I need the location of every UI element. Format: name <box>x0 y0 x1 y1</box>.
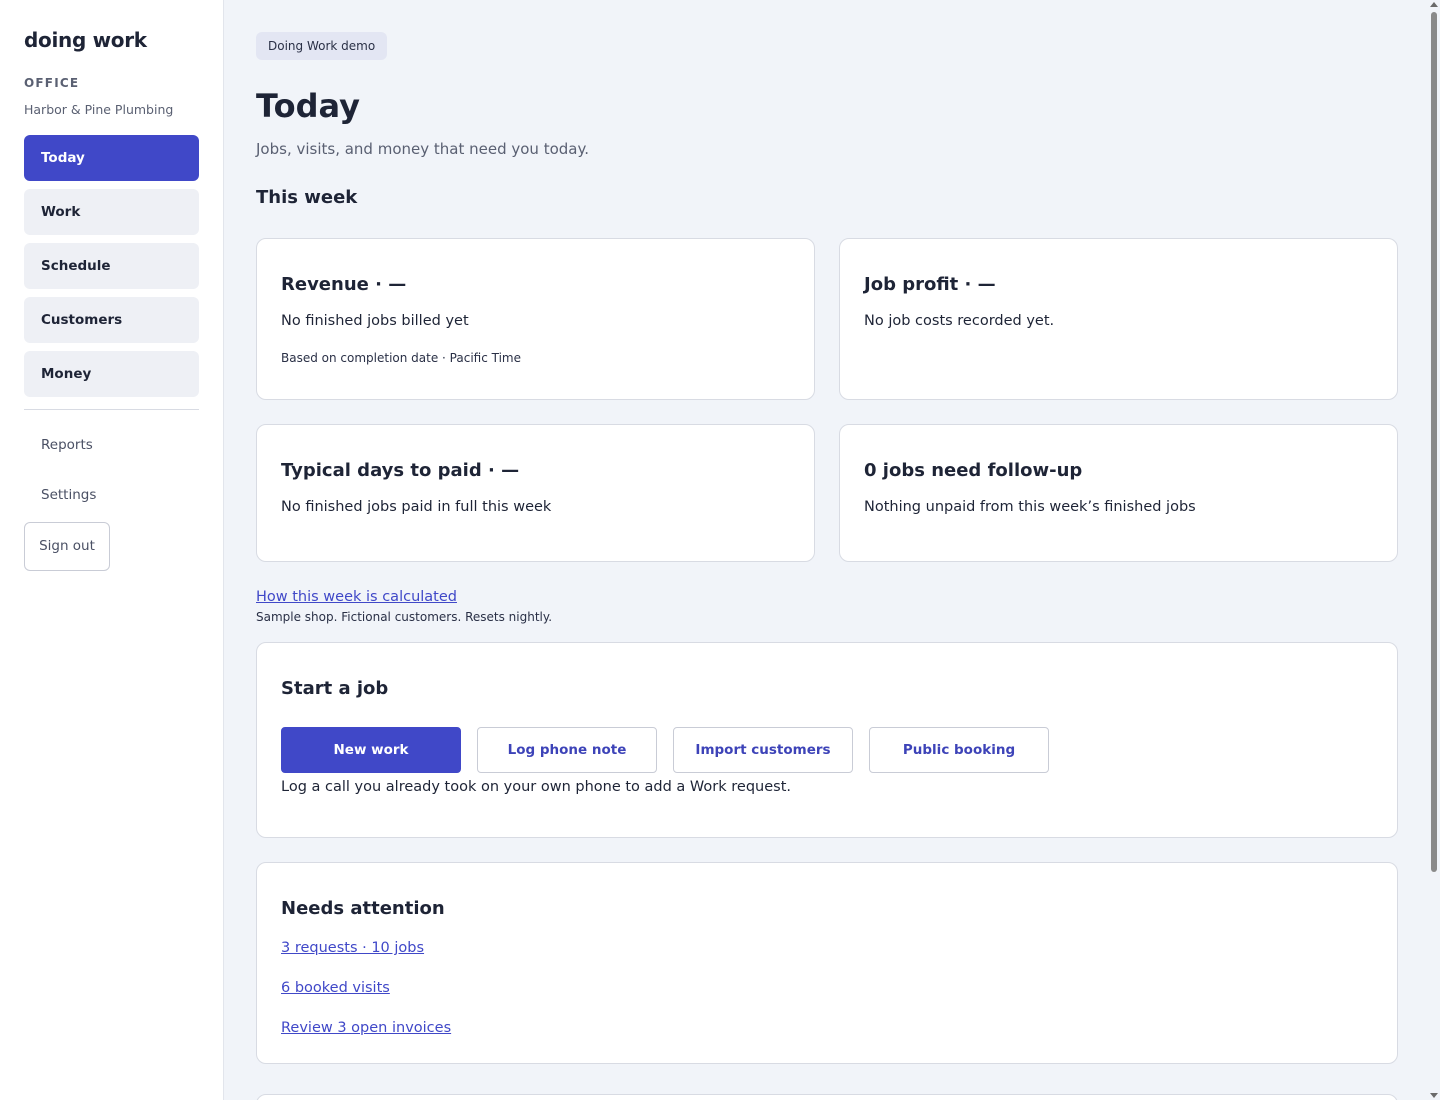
brand-logo[interactable]: doing work <box>24 26 199 54</box>
week-stats-grid: Revenue · — No finished jobs billed yet … <box>256 238 1398 562</box>
sidebar-divider <box>24 409 199 410</box>
import-customers-button[interactable]: Import customers <box>673 727 853 773</box>
sidebar-item-customers[interactable]: Customers <box>24 297 199 343</box>
sidebar-item-schedule[interactable]: Schedule <box>24 243 199 289</box>
revenue-text: No finished jobs billed yet <box>281 313 469 329</box>
sidebar-item-money[interactable]: Money <box>24 351 199 397</box>
sidebar-item-today[interactable]: Today <box>24 135 199 181</box>
job-profit-card: Job profit · — No job costs recorded yet… <box>839 238 1398 400</box>
follow-up-text: Nothing unpaid from this week’s finished… <box>864 499 1196 515</box>
sidebar-item-reports[interactable]: Reports <box>24 430 199 460</box>
sidebar-item-work[interactable]: Work <box>24 189 199 235</box>
scroll-up-icon[interactable] <box>1430 2 1438 7</box>
office-name: Harbor & Pine Plumbing <box>24 102 174 117</box>
job-profit-text: No job costs recorded yet. <box>864 313 1055 329</box>
open-invoices-link[interactable]: Review 3 open invoices <box>281 1017 1373 1039</box>
follow-up-card: 0 jobs need follow-up Nothing unpaid fro… <box>839 424 1398 562</box>
revenue-card: Revenue · — No finished jobs billed yet … <box>256 238 815 400</box>
days-to-paid-title: Typical days to paid · — <box>281 460 520 481</box>
sidebar: doing work OFFICE Harbor & Pine Plumbing… <box>0 0 224 1100</box>
primary-nav: Today Work Schedule Customers Money <box>24 135 199 397</box>
revenue-note: Based on completion date · Pacific Time <box>281 351 521 365</box>
public-booking-button[interactable]: Public booking <box>869 727 1049 773</box>
booked-visits-link[interactable]: 6 booked visits <box>281 977 1373 999</box>
follow-up-title: 0 jobs need follow-up <box>864 460 1083 481</box>
requests-jobs-link[interactable]: 3 requests · 10 jobs <box>281 937 1373 959</box>
revenue-title: Revenue · — <box>281 274 407 295</box>
demo-badge: Doing Work demo <box>256 32 388 60</box>
start-job-hint: Log a call you already took on your own … <box>281 779 791 795</box>
office-label: OFFICE <box>24 76 80 90</box>
next-panel <box>256 1094 1398 1100</box>
needs-attention-title: Needs attention <box>281 898 445 919</box>
this-week-heading: This week <box>256 187 358 208</box>
main-content: Doing Work demo Today Jobs, visits, and … <box>256 32 1398 1064</box>
job-profit-title: Job profit · — <box>864 274 996 295</box>
calculation-link[interactable]: How this week is calculated <box>256 586 457 608</box>
scroll-down-icon[interactable] <box>1430 1093 1438 1098</box>
start-job-panel: Start a job New work Log phone note Impo… <box>256 642 1398 838</box>
start-job-title: Start a job <box>281 678 389 699</box>
demo-note: Sample shop. Fictional customers. Resets… <box>256 610 553 624</box>
page-scrollbar[interactable] <box>1428 0 1440 1100</box>
start-job-actions: New work Log phone note Import customers… <box>281 727 1373 773</box>
scroll-thumb[interactable] <box>1431 12 1437 872</box>
needs-attention-panel: Needs attention 3 requests · 10 jobs 6 b… <box>256 862 1398 1064</box>
sidebar-item-settings[interactable]: Settings <box>24 480 199 510</box>
new-work-button[interactable]: New work <box>281 727 461 773</box>
page-subtitle: Jobs, visits, and money that need you to… <box>256 140 589 158</box>
page-title: Today <box>256 87 360 125</box>
days-to-paid-text: No finished jobs paid in full this week <box>281 499 552 515</box>
days-to-paid-card: Typical days to paid · — No finished job… <box>256 424 815 562</box>
log-phone-note-button[interactable]: Log phone note <box>477 727 657 773</box>
sign-out-button[interactable]: Sign out <box>24 522 110 571</box>
